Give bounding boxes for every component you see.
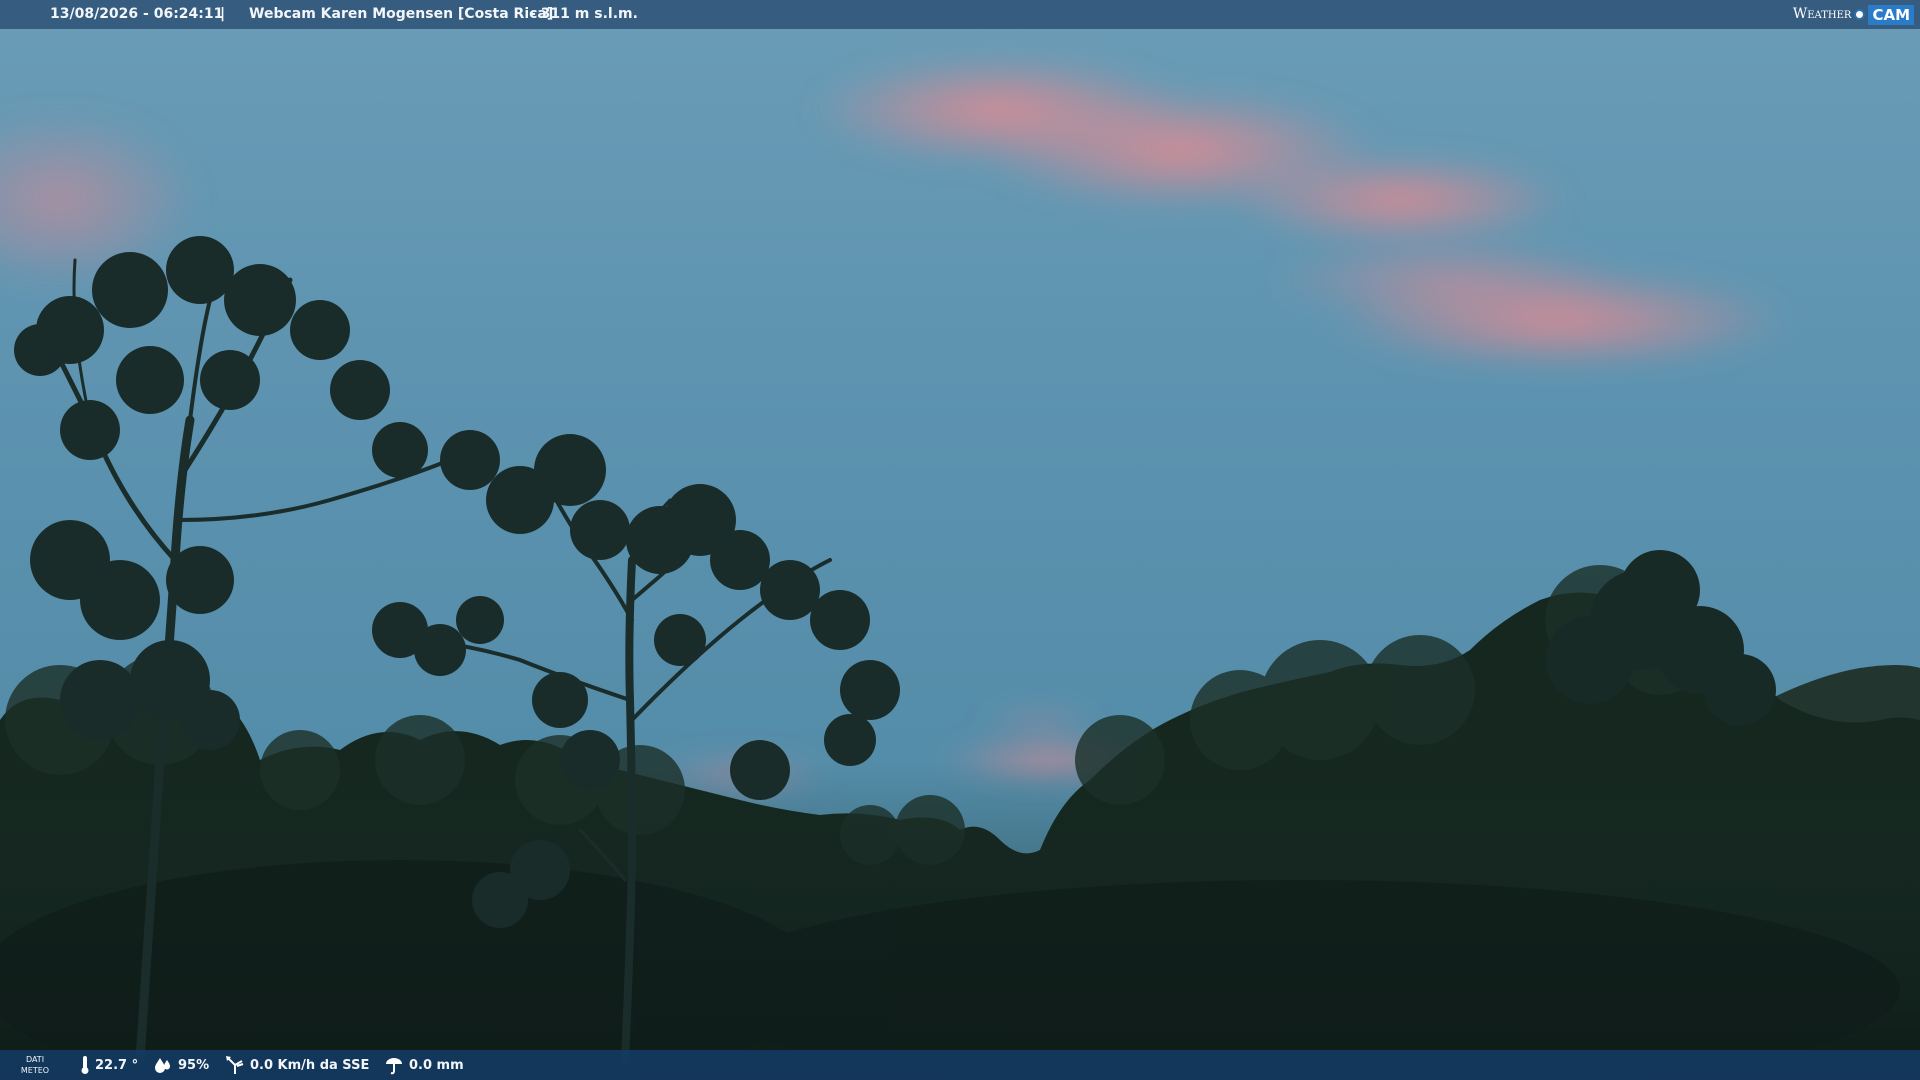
timestamp: 13/08/2026 - 06:24:11: [50, 6, 224, 22]
title-separator: |: [220, 6, 226, 22]
top-overlay-bar: 13/08/2026 - 06:24:11 | Webcam Karen Mog…: [0, 0, 1920, 29]
wind-value: 0.0 Km/h da SSE: [250, 1057, 370, 1073]
wind-vane-icon: [225, 1055, 245, 1075]
logo-word: Weather: [1792, 6, 1852, 22]
meteo-label-line2: METEO: [20, 1066, 50, 1075]
logo-dot-icon: [1854, 9, 1866, 20]
logo-cam: CAM: [1868, 4, 1914, 25]
temperature-reading: 22.7 °: [80, 1050, 138, 1080]
humidity-reading: 95%: [153, 1050, 209, 1080]
rain-reading: 0.0 mm: [384, 1050, 464, 1080]
humidity-value: 95%: [178, 1057, 210, 1073]
rain-value: 0.0 mm: [409, 1057, 464, 1073]
weathercam-logo: Weather CAM: [1793, 0, 1920, 29]
camera-altitude: - 311 m s.l.m.: [530, 6, 638, 22]
water-drops-icon: [153, 1056, 173, 1074]
meteo-label: DATI METEO: [20, 1054, 50, 1076]
bottom-weather-bar: DATI METEO 22.7 ° 95% 0.0 Km/h da SSE 0.…: [0, 1050, 1920, 1080]
thermometer-icon: [80, 1055, 90, 1075]
rain-umbrella-icon: [384, 1055, 404, 1075]
temperature-value: 22.7 °: [95, 1057, 139, 1073]
meteo-label-line1: DATI: [25, 1055, 45, 1064]
camera-title: Webcam Karen Mogensen [Costa Rica]: [249, 6, 554, 22]
webcam-image: [0, 0, 1920, 1080]
wind-reading: 0.0 Km/h da SSE: [225, 1050, 369, 1080]
webcam-view: 13/08/2026 - 06:24:11 | Webcam Karen Mog…: [0, 0, 1920, 1080]
